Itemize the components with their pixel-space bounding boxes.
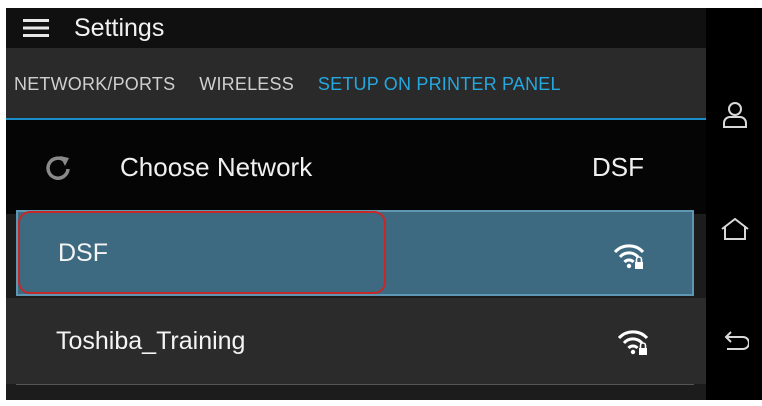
tab-wireless[interactable]: WIRELESS: [199, 74, 294, 95]
system-nav-bar: [706, 8, 762, 400]
choose-network-label: Choose Network: [120, 151, 313, 182]
back-icon[interactable]: [720, 326, 750, 356]
list-divider: [16, 384, 694, 385]
network-name: DSF: [58, 238, 108, 267]
home-icon[interactable]: [720, 214, 750, 244]
network-item-dsf[interactable]: DSF: [16, 210, 694, 296]
menu-button[interactable]: [6, 8, 66, 48]
wifi-locked-icon: [618, 330, 648, 355]
printer-panel-screen: Settings NETWORK/PORTS WIRELESS SETUP ON…: [6, 8, 706, 400]
network-item-toshiba-training[interactable]: Toshiba_Training: [6, 298, 706, 384]
network-name: Toshiba_Training: [56, 326, 246, 355]
tab-setup-on-printer-panel[interactable]: SETUP ON PRINTER PANEL: [318, 74, 561, 95]
refresh-icon[interactable]: [34, 143, 82, 191]
page-title: Settings: [74, 13, 165, 42]
tab-bar: NETWORK/PORTS WIRELESS SETUP ON PRINTER …: [6, 48, 706, 120]
user-icon[interactable]: [720, 100, 750, 130]
choose-network-value: DSF: [592, 151, 644, 182]
wifi-locked-icon: [614, 244, 644, 269]
title-bar: Settings: [6, 8, 706, 48]
choose-network-row[interactable]: Choose Network DSF: [6, 120, 706, 214]
hamburger-menu-icon: [23, 19, 49, 37]
tab-network-ports[interactable]: NETWORK/PORTS: [14, 74, 175, 95]
